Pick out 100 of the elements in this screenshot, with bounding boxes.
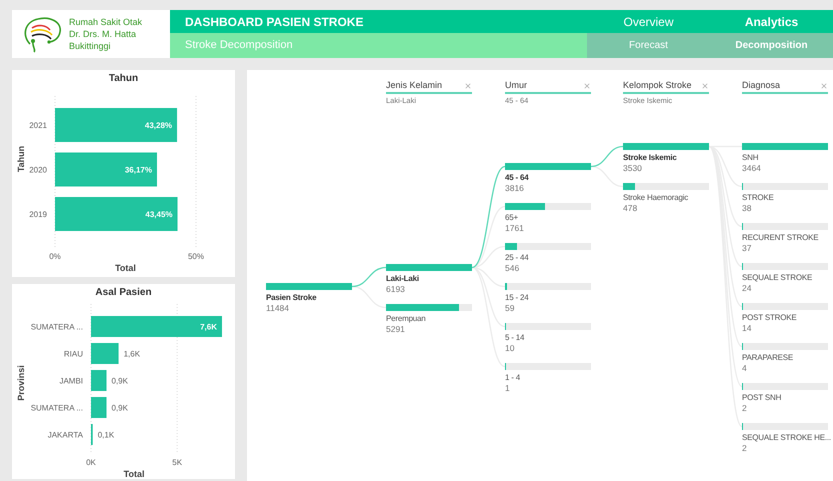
- tick-label: 0%: [49, 252, 61, 261]
- node-label: 15 - 24: [505, 293, 529, 303]
- node-value: 6193: [386, 284, 405, 294]
- node-label: POST STROKE: [742, 313, 797, 323]
- axis-title: Tahun: [16, 146, 26, 172]
- close-icon[interactable]: [701, 82, 709, 90]
- node-value: 4: [742, 363, 747, 373]
- value-label: 43,45%: [145, 210, 173, 219]
- column-header: Umur: [505, 80, 527, 91]
- tick-label: 50%: [188, 252, 204, 261]
- bar-track[interactable]: [742, 343, 828, 350]
- node-label: STROKE: [742, 193, 774, 203]
- close-icon[interactable]: [820, 82, 828, 90]
- column-header: Diagnosa: [742, 80, 780, 91]
- bar-fill[interactable]: [623, 143, 709, 150]
- value-label: 0,1K: [98, 430, 114, 440]
- value-label: 7,6K: [200, 322, 217, 332]
- category-label: RIAU: [64, 350, 83, 358]
- page-tab[interactable]: Forecast: [587, 33, 710, 58]
- node-label: Stroke Iskemic: [623, 153, 677, 163]
- node-value: 10: [505, 343, 514, 353]
- hospital-name: Bukittinggi: [69, 40, 112, 52]
- node-value: 3816: [505, 183, 524, 193]
- connector-line: [590, 166, 624, 188]
- node-value: 37: [742, 243, 752, 253]
- node-value: 59: [505, 303, 514, 313]
- node-value: 5291: [386, 324, 405, 334]
- category-label: 2021: [29, 121, 47, 130]
- node-value: 478: [623, 203, 638, 213]
- bar-fill[interactable]: [505, 163, 591, 170]
- node-value: 1: [505, 383, 510, 393]
- category-label: JAKARTA: [48, 430, 83, 440]
- node-label: RECURENT STROKE: [742, 233, 818, 243]
- node-value: 546: [505, 263, 520, 273]
- node-label: Stroke Haemoragic: [623, 193, 688, 203]
- column-header: Kelompok Stroke: [623, 80, 692, 91]
- bar-track[interactable]: [623, 183, 709, 190]
- bar-track[interactable]: [742, 223, 828, 230]
- category-label: 2019: [29, 210, 47, 219]
- node-label: 25 - 44: [505, 253, 529, 263]
- node-label: SNH: [742, 153, 758, 163]
- close-icon[interactable]: [464, 82, 472, 90]
- value-label: 36,17%: [124, 166, 152, 174]
- bar-fill[interactable]: [386, 264, 472, 271]
- chart-title: Tahun: [108, 72, 140, 85]
- page-tab[interactable]: Decomposition: [710, 33, 833, 58]
- value-label: 43,28%: [144, 121, 172, 130]
- page-subtitle: Stroke Decomposition: [184, 38, 294, 54]
- value-label: 0,9K: [112, 376, 128, 386]
- bar-fill[interactable]: [266, 283, 352, 290]
- node-label: Perempuan: [386, 314, 426, 324]
- bar-track[interactable]: [505, 243, 591, 250]
- bar-track[interactable]: [742, 303, 828, 310]
- category-label: SUMATERA ...: [30, 404, 83, 412]
- node-value: 2: [742, 443, 747, 453]
- node-label: SEQUALE STROKE HE...: [742, 433, 831, 443]
- node-label: PARAPARESE: [742, 353, 794, 363]
- tick-label: 0K: [86, 458, 96, 467]
- bar-fill[interactable]: [742, 143, 828, 150]
- category-label: 2020: [29, 166, 47, 174]
- node-value: 14: [742, 323, 752, 333]
- nav-tab[interactable]: Overview: [587, 10, 710, 33]
- node-value: 2: [742, 403, 747, 413]
- node-value: 11484: [266, 303, 290, 313]
- value-label: 1,6K: [124, 350, 140, 358]
- node-label: 45 - 64: [505, 173, 529, 183]
- value-label: 0,9K: [112, 404, 128, 412]
- chart-title: Asal Pasien: [94, 286, 153, 299]
- axis-title: Provinsi: [16, 365, 26, 401]
- node-label: SEQUALE STROKE: [742, 273, 812, 283]
- bar-track[interactable]: [742, 423, 828, 430]
- bar-track[interactable]: [742, 383, 828, 390]
- bar: [91, 370, 107, 391]
- bar-track[interactable]: [742, 263, 828, 270]
- hospital-name: Rumah Sakit Otak: [69, 16, 142, 28]
- bar-track[interactable]: [505, 283, 591, 290]
- bar: [91, 343, 119, 364]
- node-value: 3464: [742, 163, 761, 173]
- category-label: JAMBI: [59, 376, 83, 386]
- bar: [91, 397, 107, 418]
- tick-label: 5K: [172, 458, 182, 467]
- node-label: POST SNH: [742, 393, 782, 403]
- bar-track[interactable]: [742, 183, 828, 190]
- node-label: 1 - 4: [505, 373, 520, 383]
- nav-tab[interactable]: Analytics: [710, 10, 833, 33]
- column-header: Jenis Kelamin: [386, 80, 442, 91]
- category-label: SUMATERA ...: [30, 322, 83, 332]
- bar-track[interactable]: [505, 203, 591, 210]
- bar-track[interactable]: [505, 323, 591, 330]
- node-value: 38: [742, 203, 752, 213]
- close-icon[interactable]: [583, 82, 591, 90]
- node-label: 65+: [505, 213, 518, 223]
- hospital-name: Dr. Drs. M. Hatta: [69, 28, 138, 40]
- connector-line: [590, 146, 624, 168]
- axis-title: Total: [115, 263, 136, 273]
- node-value: 24: [742, 283, 752, 293]
- bar-track[interactable]: [505, 363, 591, 370]
- node-value: 3530: [623, 163, 642, 173]
- node-value: 1761: [505, 223, 524, 233]
- axis-title: Total: [124, 469, 145, 479]
